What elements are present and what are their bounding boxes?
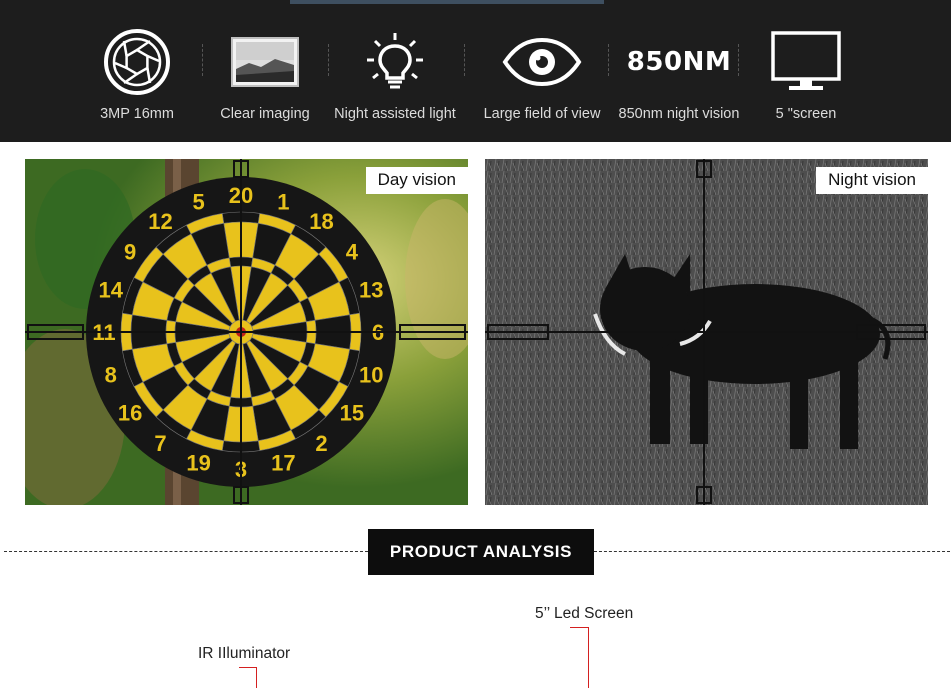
feature-field-of-view: Large field of view	[472, 26, 612, 136]
night-vision-panel: Night vision	[485, 159, 928, 505]
monitor-icon	[736, 26, 876, 98]
banner-accent-tab	[290, 0, 604, 4]
callout-line-screen	[570, 627, 589, 688]
callout-line-illuminator	[239, 667, 257, 688]
dartboard-number: 13	[359, 278, 383, 303]
dartboard-number: 19	[186, 450, 210, 475]
aperture-icon	[67, 26, 207, 98]
feature-screen: 5 "screen	[736, 26, 876, 136]
callout-led-screen: 5’’ Led Screen	[535, 605, 634, 622]
dartboard-number: 9	[124, 239, 136, 264]
dartboard-number: 10	[359, 362, 383, 387]
divider-left	[4, 551, 368, 552]
day-vision-panel: 20 1 18 4 13 6 10 15 2 17 3 19 7 16 8 11 14 9 12 5 Day visi…	[25, 159, 468, 505]
product-analysis-heading: PRODUCT ANALYSIS	[368, 529, 594, 575]
850nm-icon-text: 850NM	[626, 47, 732, 77]
feature-imaging: Clear imaging	[195, 26, 335, 136]
dartboard-number: 16	[118, 401, 142, 426]
callout-ir-illuminator: IR IIluminator	[198, 645, 291, 662]
feature-night-vision: 850NM 850nm night vision	[609, 26, 749, 136]
day-scene: 20 11841361015217319716811149125	[25, 159, 468, 505]
landscape-image-icon	[195, 26, 335, 98]
dartboard-number: 12	[148, 209, 172, 234]
dartboard-number: 17	[271, 450, 295, 475]
feature-label: 5 "screen	[775, 106, 837, 122]
dartboard-number: 1	[277, 190, 289, 215]
dartboard-number: 14	[98, 278, 123, 303]
dartboard-number: 7	[154, 431, 166, 456]
divider-right	[594, 551, 950, 552]
feature-label: Clear imaging	[220, 106, 310, 122]
feature-camera: 3MP 16mm	[67, 26, 207, 136]
eye-icon	[472, 26, 612, 98]
lightbulb-icon	[325, 26, 465, 98]
night-vision-tag: Night vision	[816, 167, 928, 194]
dartboard-number: 18	[309, 209, 333, 234]
dartboard-number: 8	[105, 362, 117, 387]
dartboard-number: 2	[315, 431, 327, 456]
dartboard-number: 15	[340, 401, 364, 426]
dartboard-number: 5	[193, 190, 205, 215]
feature-label: Large field of view	[483, 106, 601, 122]
day-vision-tag: Day vision	[365, 167, 468, 194]
feature-night-light: Night assisted light	[325, 26, 465, 136]
feature-label: 850nm night vision	[618, 106, 740, 122]
dartboard-number: 4	[346, 239, 359, 264]
feature-label: 3MP 16mm	[100, 106, 174, 122]
night-scene	[485, 159, 928, 505]
separator	[464, 44, 465, 76]
feature-banner: 3MP 16mm Clear imaging Night assisted li…	[0, 0, 951, 142]
feature-label: Night assisted light	[334, 106, 456, 122]
850nm-text-icon: 850NM	[609, 26, 749, 98]
